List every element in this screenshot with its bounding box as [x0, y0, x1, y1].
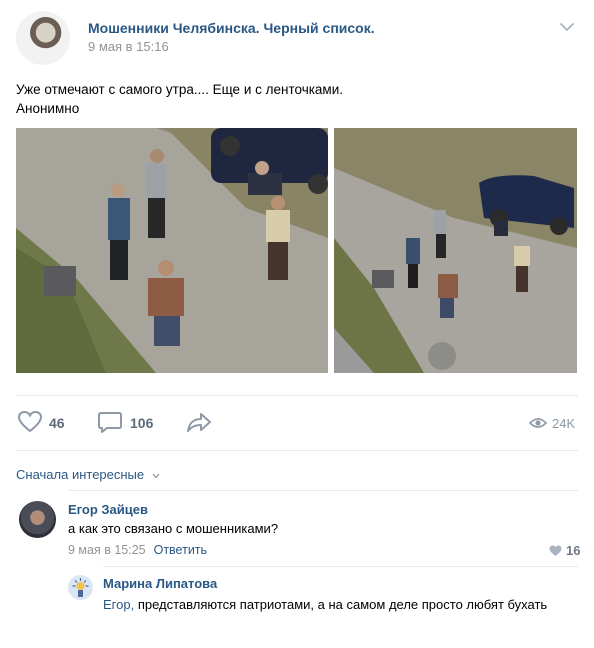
reply-button[interactable]: Ответить: [154, 543, 207, 557]
comment-text: Егор, представляются патриотами, а на са…: [103, 596, 563, 614]
eye-icon: [529, 418, 547, 428]
comment-author[interactable]: Марина Липатова: [103, 576, 217, 591]
group-avatar[interactable]: [16, 11, 70, 65]
divider: [16, 395, 578, 396]
comment-date[interactable]: 9 мая в 15:25: [68, 543, 146, 557]
comment-author[interactable]: Егор Зайцев: [68, 502, 148, 517]
comments-count[interactable]: 106: [130, 415, 153, 431]
chevron-down-icon[interactable]: [560, 22, 574, 32]
divider: [103, 566, 578, 567]
post-photo-1[interactable]: [16, 128, 328, 373]
comments-sort-dropdown[interactable]: Сначала интересные: [16, 467, 160, 482]
heart-icon: [549, 545, 562, 556]
post-text-line: Уже отмечают с самого утра.... Еще и с л…: [16, 82, 344, 97]
sun-icon: [72, 578, 89, 597]
divider: [68, 490, 578, 491]
comments-sort-label: Сначала интересные: [16, 467, 145, 482]
comment-body: представляются патриотами, а на самом де…: [134, 597, 548, 612]
group-name[interactable]: Мошенники Челябинска. Черный список.: [88, 20, 375, 36]
divider: [16, 450, 578, 451]
comment-likes-count: 16: [566, 543, 581, 558]
comment-like-button[interactable]: 16: [549, 543, 580, 558]
post-photo-2[interactable]: [334, 128, 577, 373]
share-icon[interactable]: [186, 410, 212, 434]
post-text: Уже отмечают с самого утра.... Еще и с л…: [16, 80, 576, 118]
chevron-down-icon: [152, 473, 160, 479]
post-date[interactable]: 9 мая в 15:16: [88, 39, 169, 54]
likes-count[interactable]: 46: [49, 415, 65, 431]
views-count: 24K: [552, 416, 576, 431]
avatar[interactable]: [19, 501, 56, 538]
heart-icon[interactable]: [17, 410, 43, 434]
post-signature: Анонимно: [16, 101, 80, 116]
comment-meta: 9 мая в 15:25 Ответить: [68, 543, 207, 557]
reply-addressee-link[interactable]: Егор,: [103, 597, 134, 612]
comment-icon[interactable]: [97, 410, 123, 434]
comment-text: а как это связано с мошенниками?: [68, 521, 279, 536]
avatar[interactable]: [68, 575, 93, 600]
